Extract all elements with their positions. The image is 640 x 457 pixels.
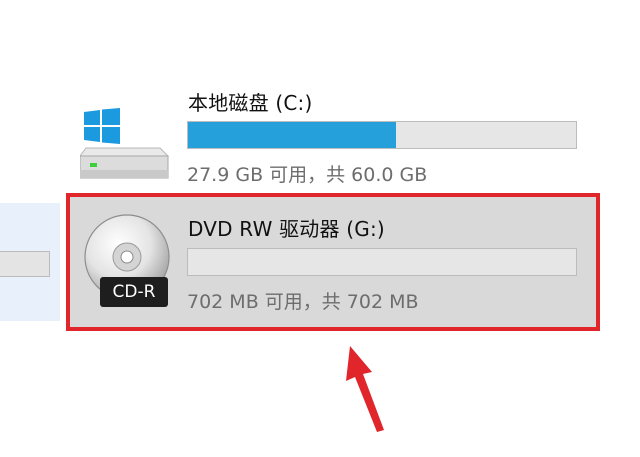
drive-tile-g[interactable]: CD-R DVD RW 驱动器 (G:) 702 MB 可用，共 702 MB — [68, 195, 598, 328]
drive-usage-fill-c — [188, 122, 396, 148]
cd-r-disc-icon: CD-R — [82, 213, 172, 313]
drive-usage-bar-c — [187, 121, 577, 149]
drive-usage-bar-g — [187, 248, 577, 276]
drive-title-g: DVD RW 驱动器 (G:) — [188, 217, 385, 241]
left-neighbour-tile[interactable] — [0, 203, 60, 321]
annotation-arrow-icon — [346, 346, 384, 432]
cd-r-badge: CD-R — [100, 277, 168, 307]
drive-usage-text-g: 702 MB 可用，共 702 MB — [187, 291, 419, 313]
drive-tile-c[interactable]: 本地磁盘 (C:) 27.9 GB 可用，共 60.0 GB — [74, 80, 594, 192]
explorer-drives-view: 本地磁盘 (C:) 27.9 GB 可用，共 60.0 GB CD-R DVD … — [0, 0, 640, 457]
left-neighbour-progress-bar — [0, 251, 50, 277]
drive-title-c: 本地磁盘 (C:) — [188, 91, 313, 115]
windows-hard-drive-icon — [79, 108, 170, 180]
drive-usage-text-c: 27.9 GB 可用，共 60.0 GB — [187, 164, 428, 186]
